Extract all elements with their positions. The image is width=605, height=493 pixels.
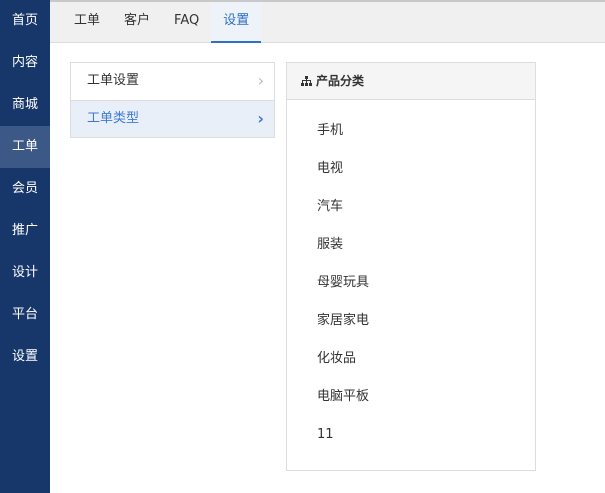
panel-header: 产品分类 [287, 63, 535, 100]
category-item[interactable]: 家居家电 [287, 302, 535, 340]
panel-title: 产品分类 [316, 74, 365, 88]
sidebar-item-content[interactable]: 内容 [0, 42, 50, 84]
tab-settings[interactable]: 设置 [211, 2, 262, 43]
menu-item-ticket-types[interactable]: 工单类型 › [71, 100, 274, 137]
category-item[interactable]: 11 [287, 416, 535, 454]
category-item[interactable]: 汽车 [287, 188, 535, 226]
sidebar-item-platform[interactable]: 平台 [0, 294, 50, 336]
sidebar-item-tickets[interactable]: 工单 [0, 126, 50, 168]
category-item[interactable]: 电视 [287, 150, 535, 188]
tab-customers[interactable]: 客户 [112, 2, 162, 43]
sidebar-item-settings[interactable]: 设置 [0, 336, 50, 378]
category-list: 手机 电视 汽车 服装 母婴玩具 家居家电 化妆品 电脑平板 11 [287, 100, 535, 454]
category-item[interactable]: 电脑平板 [287, 378, 535, 416]
chevron-right-icon: › [257, 109, 264, 128]
sidebar-item-promotion[interactable]: 推广 [0, 210, 50, 252]
menu-item-label: 工单设置 [87, 73, 140, 88]
product-category-panel: 产品分类 手机 电视 汽车 服装 母婴玩具 家居家电 化妆品 电脑平板 11 [286, 62, 536, 471]
menu-item-ticket-settings[interactable]: 工单设置 › [71, 63, 274, 100]
sidebar-item-design[interactable]: 设计 [0, 252, 50, 294]
settings-menu: 工单设置 › 工单类型 › [70, 62, 275, 138]
top-tabs: 工单 客户 FAQ 设置 [50, 0, 605, 43]
chevron-right-icon: › [257, 71, 264, 90]
tab-faq[interactable]: FAQ [162, 2, 211, 43]
tab-tickets[interactable]: 工单 [62, 2, 112, 43]
category-item[interactable]: 化妆品 [287, 340, 535, 378]
sidebar-item-mall[interactable]: 商城 [0, 84, 50, 126]
menu-item-label: 工单类型 [87, 111, 140, 126]
sitemap-icon [301, 76, 312, 86]
sidebar: 首页 内容 商城 工单 会员 推广 设计 平台 设置 [0, 0, 50, 493]
category-item[interactable]: 服装 [287, 226, 535, 264]
sidebar-item-members[interactable]: 会员 [0, 168, 50, 210]
category-item[interactable]: 手机 [287, 112, 535, 150]
sidebar-item-home[interactable]: 首页 [0, 0, 50, 42]
category-item[interactable]: 母婴玩具 [287, 264, 535, 302]
